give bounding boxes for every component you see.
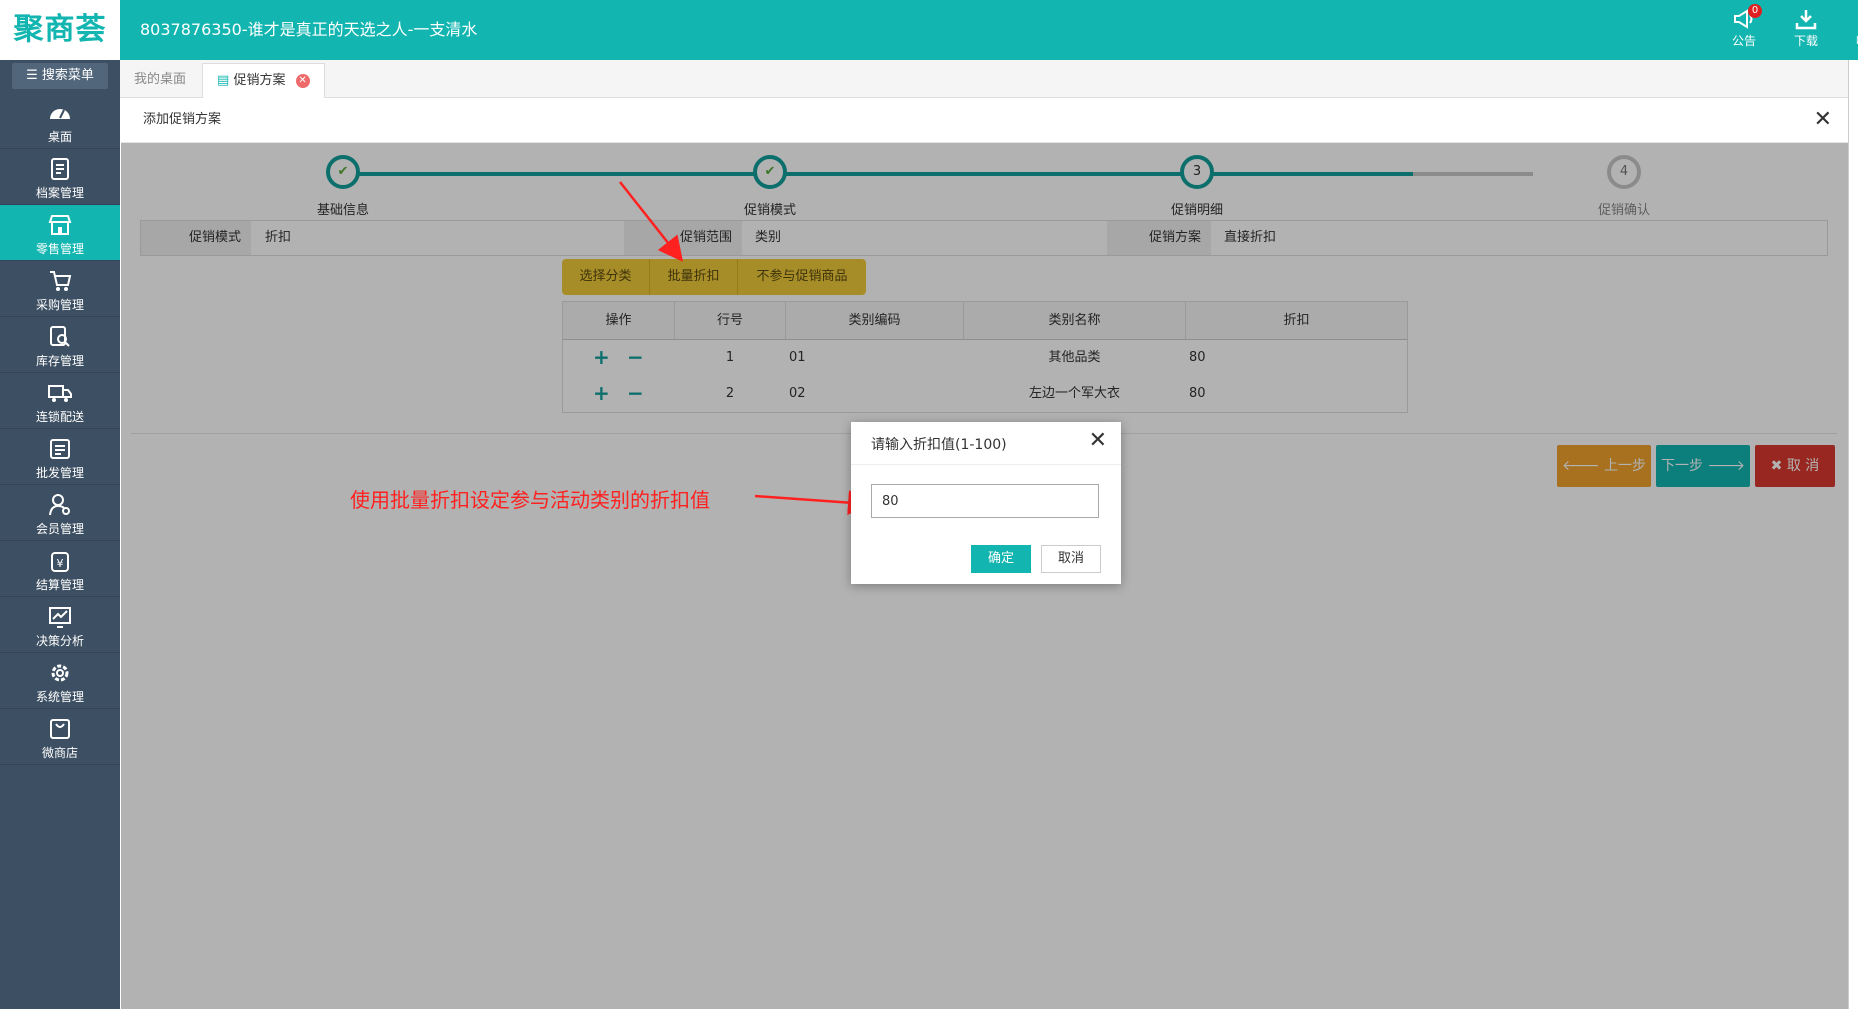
dialog-cancel-button[interactable]: 取消 xyxy=(1041,545,1101,573)
sidebar-item-distribution[interactable]: 连锁配送 xyxy=(0,373,120,429)
document-icon: ▤ xyxy=(217,73,230,88)
sidebar-item-wholesale[interactable]: 批发管理 xyxy=(0,429,120,485)
sidebar-item-microstore[interactable]: 微商店 xyxy=(0,709,120,765)
top-bar: 聚商荟 8037876350-谁才是真正的天选之人-一支清水 0 公告 下载 叶… xyxy=(0,0,1858,60)
sidebar-item-label: 零售管理 xyxy=(35,242,84,256)
sidebar-item-label: 会员管理 xyxy=(35,522,84,536)
cart-icon xyxy=(50,271,72,291)
sidebar-item-archive[interactable]: 档案管理 xyxy=(0,149,120,205)
dashboard-icon xyxy=(50,109,70,119)
app-title: 8037876350-谁才是真正的天选之人-一支清水 xyxy=(140,20,478,39)
notice-button[interactable]: 0 公告 xyxy=(1720,4,1768,49)
discount-dialog: 请输入折扣值(1-100) ✕ 确定 取消 xyxy=(851,422,1121,584)
gear-icon xyxy=(51,664,69,682)
download-icon xyxy=(1795,10,1817,30)
logo: 聚商荟 xyxy=(0,0,120,60)
sidebar-item-settlement[interactable]: ¥ 结算管理 xyxy=(0,541,120,597)
sidebar-item-label: 微商店 xyxy=(41,746,78,760)
sidebar-item-label: 决策分析 xyxy=(35,634,84,648)
sidebar-item-label: 系统管理 xyxy=(35,690,84,704)
menu-search-icon: ☰ xyxy=(26,68,38,83)
close-icon[interactable]: ✕ xyxy=(295,73,310,88)
sidebar-item-purchase[interactable]: 采购管理 xyxy=(0,261,120,317)
sidebar-item-retail[interactable]: 零售管理 xyxy=(0,205,120,261)
tab-label: 我的桌面 xyxy=(134,72,187,87)
tab-bar: 我的桌面 ▤ 促销方案 ✕ xyxy=(120,60,1858,99)
dialog-close-icon[interactable]: ✕ xyxy=(1089,428,1107,453)
sidebar-item-system[interactable]: 系统管理 xyxy=(0,653,120,709)
sidebar-item-label: 采购管理 xyxy=(35,298,84,312)
user-menu[interactable]: 叶骏 xyxy=(1844,8,1858,49)
store-icon xyxy=(48,215,72,235)
download-button[interactable]: 下载 xyxy=(1782,8,1830,49)
yen-icon: ¥ xyxy=(51,552,69,572)
sidebar-item-label: 档案管理 xyxy=(35,186,84,200)
scrollbar-track xyxy=(1848,60,1858,1009)
sidebar-item-inventory[interactable]: 库存管理 xyxy=(0,317,120,373)
search-menu-button[interactable]: ☰ 搜索菜单 xyxy=(12,63,108,89)
download-label: 下载 xyxy=(1793,34,1818,48)
sidebar-item-label: 批发管理 xyxy=(35,466,84,480)
tab-label: 促销方案 xyxy=(233,73,286,88)
sidebar-item-desktop[interactable]: 桌面 xyxy=(0,93,120,149)
search-menu-label: 搜索菜单 xyxy=(41,68,94,83)
sidebar-item-member[interactable]: 会员管理 xyxy=(0,485,120,541)
sidebar-item-label: 连锁配送 xyxy=(35,410,84,424)
dialog-title: 请输入折扣值(1-100) xyxy=(871,437,1007,453)
sidebar-item-analysis[interactable]: 决策分析 xyxy=(0,597,120,653)
tab-my-desktop[interactable]: 我的桌面 xyxy=(120,63,200,97)
confirm-button[interactable]: 确定 xyxy=(971,545,1031,573)
page-header: 添加促销方案 ✕ xyxy=(121,98,1848,143)
sidebar-item-label: 桌面 xyxy=(47,130,72,144)
notice-badge: 0 xyxy=(1748,4,1762,18)
notice-label: 公告 xyxy=(1731,34,1756,48)
tab-promotion[interactable]: ▤ 促销方案 ✕ xyxy=(202,63,325,99)
wholesale-icon xyxy=(50,439,70,459)
sidebar-item-label: 库存管理 xyxy=(35,354,84,368)
dialog-divider xyxy=(851,464,1121,465)
shop-bag-icon xyxy=(50,719,70,739)
svg-text:¥: ¥ xyxy=(57,557,64,570)
inventory-search-icon xyxy=(50,326,70,347)
truck-icon xyxy=(48,385,72,402)
sidebar-item-label: 结算管理 xyxy=(35,578,84,592)
archive-icon xyxy=(51,158,69,180)
chart-icon xyxy=(49,607,71,628)
member-icon xyxy=(49,494,70,516)
close-page-icon[interactable]: ✕ xyxy=(1814,98,1832,142)
sidebar: ☰ 搜索菜单 桌面 档案管理 零售管理 采购管理 库存管理 连锁配送 批发管理 … xyxy=(0,60,120,1009)
page-title: 添加促销方案 xyxy=(143,112,222,127)
annotation-text: 使用批量折扣设定参与活动类别的折扣值 xyxy=(350,488,710,512)
discount-input[interactable] xyxy=(871,484,1099,518)
